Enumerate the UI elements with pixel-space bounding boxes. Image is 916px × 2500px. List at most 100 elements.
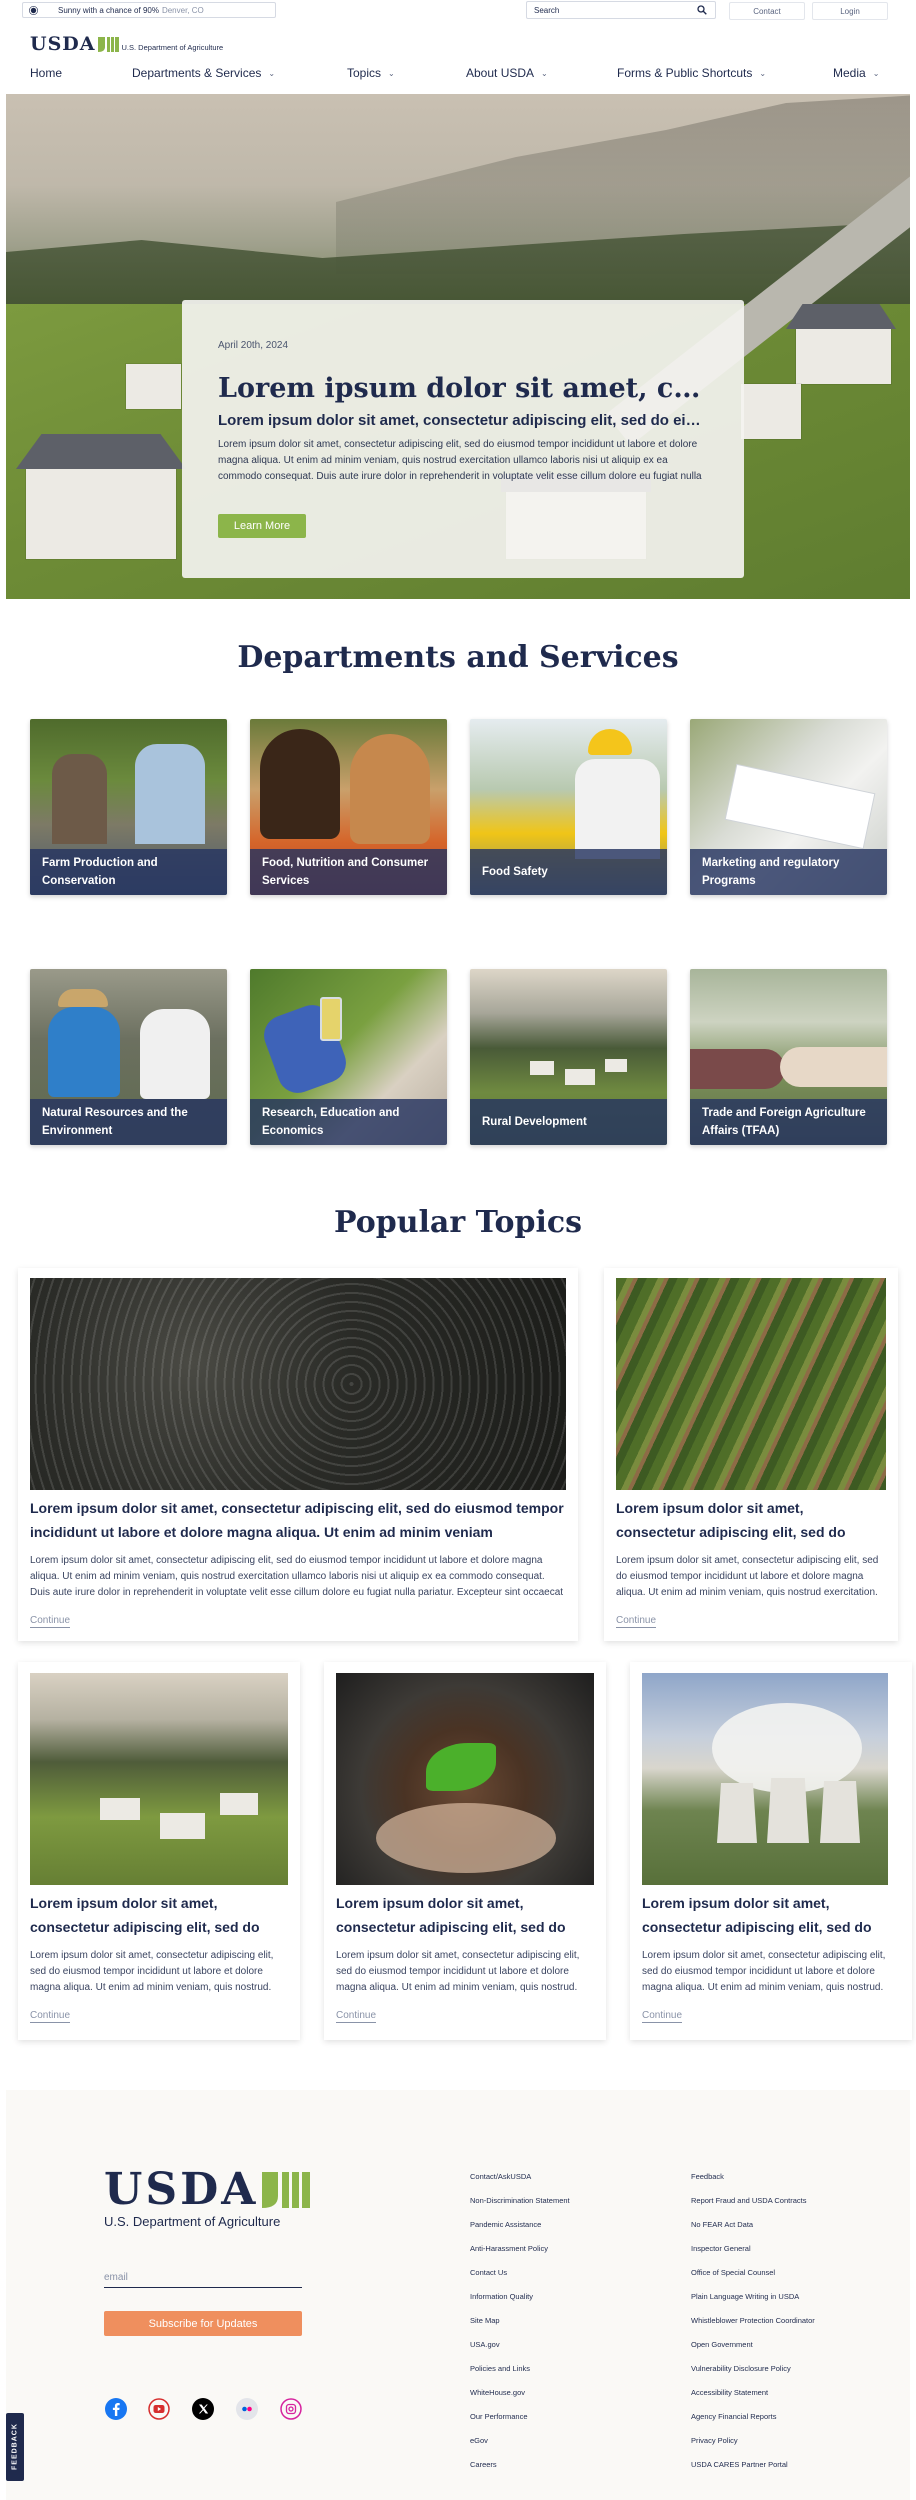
footer-link[interactable]: Information Quality [470,2292,570,2316]
topic-image [336,1673,594,1885]
usda-logo[interactable]: USDA U.S. Department of Agriculture [30,33,223,55]
dept-card[interactable]: Farm Production and Conservation [30,719,227,895]
topic-title[interactable]: Lorem ipsum dolor sit amet, consectetur … [30,1496,566,1544]
dept-label: Rural Development [470,1099,667,1145]
hero-roof [16,434,186,469]
footer-link[interactable]: Accessibility Statement [691,2388,815,2412]
topic-image [616,1278,886,1490]
contact-button[interactable]: Contact [729,2,805,20]
logo-wordmark: USDA [30,33,96,55]
footer-link[interactable]: Whistleblower Protection Coordinator [691,2316,815,2340]
footer-link[interactable]: Contact Us [470,2268,570,2292]
dept-label: Food, Nutrition and Consumer Services [250,849,447,895]
topic-title[interactable]: Lorem ipsum dolor sit amet, consectetur … [616,1496,886,1544]
footer-logo[interactable]: USDA U.S. Department of Agriculture [104,2164,311,2229]
nav-about[interactable]: About USDA ⌄ [466,66,548,80]
topic-title[interactable]: Lorem ipsum dolor sit amet, consectetur … [642,1891,888,1939]
footer-link[interactable]: Site Map [470,2316,570,2340]
youtube-icon[interactable] [147,2397,171,2421]
footer-link[interactable]: Careers [470,2460,570,2484]
hero-title: Lorem ipsum dolor sit amet, consectetur … [218,373,708,404]
hero-house [796,324,891,384]
topic-card[interactable]: Lorem ipsum dolor sit amet, consectetur … [324,1662,606,2040]
dept-card[interactable]: Research, Education and Economics [250,969,447,1145]
email-field[interactable]: email [104,2268,302,2288]
nav-media[interactable]: Media ⌄ [833,66,879,80]
topic-card[interactable]: Lorem ipsum dolor sit amet, consectetur … [18,1662,300,2040]
continue-link[interactable]: Continue [642,2010,683,2023]
logo-wordmark: USDA [104,2164,259,2215]
continue-link[interactable]: Continue [30,2010,71,2023]
subscribe-button[interactable]: Subscribe for Updates [104,2311,302,2336]
facebook-icon[interactable] [104,2397,128,2421]
footer-link[interactable]: Plain Language Writing in USDA [691,2292,815,2316]
footer-link[interactable]: Office of Special Counsel [691,2268,815,2292]
feedback-tab[interactable]: FEEDBACK [6,2413,24,2481]
weather-widget[interactable]: Sunny with a chance of 90% Denver, CO [22,2,276,18]
footer-link[interactable]: Contact/AskUSDA [470,2172,570,2196]
continue-link[interactable]: Continue [30,1615,71,1628]
dept-card[interactable]: Food Safety [470,719,667,895]
footer-link[interactable]: Policies and Links [470,2364,570,2388]
footer-link[interactable]: Report Fraud and USDA Contracts [691,2196,815,2220]
logo-department: U.S. Department of Agriculture [104,2214,281,2229]
flickr-icon[interactable] [235,2397,259,2421]
x-icon[interactable] [191,2397,215,2421]
footer-link[interactable]: Vulnerability Disclosure Policy [691,2364,815,2388]
nav-label: Forms & Public Shortcuts [617,66,753,80]
footer-link[interactable]: No FEAR Act Data [691,2220,815,2244]
hero-card: April 20th, 2024 Lorem ipsum dolor sit a… [182,300,744,578]
footer-link[interactable]: Agency Financial Reports [691,2412,815,2436]
departments-title: Departments and Services [237,640,679,675]
footer-link[interactable]: Privacy Policy [691,2436,815,2460]
footer-link[interactable]: Feedback [691,2172,815,2196]
dept-label: Marketing and regulatory Programs [690,849,887,895]
topic-title[interactable]: Lorem ipsum dolor sit amet, consectetur … [336,1891,594,1939]
topic-title[interactable]: Lorem ipsum dolor sit amet, consectetur … [30,1891,288,1939]
footer-link[interactable]: USDA CARES Partner Portal [691,2460,815,2484]
dept-card[interactable]: Natural Resources and the Environment [30,969,227,1145]
nav-home[interactable]: Home [30,66,62,80]
topics-title: Popular Topics [333,1205,583,1240]
search-input[interactable]: Search [526,1,716,19]
nav-label: Home [30,66,63,80]
footer-link[interactable]: WhiteHouse.gov [470,2388,570,2412]
hero-date: April 20th, 2024 [218,340,289,351]
nav-departments[interactable]: Departments & Services ⌄ [132,66,275,80]
footer: USDA U.S. Department of Agriculture emai… [6,2090,910,2500]
footer-link[interactable]: Inspector General [691,2244,815,2268]
footer-link[interactable]: Anti-Harassment Policy [470,2244,570,2268]
instagram-icon[interactable] [279,2397,303,2421]
footer-links-col2: Feedback Report Fraud and USDA Contracts… [691,2172,815,2484]
footer-link[interactable]: USA.gov [470,2340,570,2364]
topic-body: Lorem ipsum dolor sit amet, consectetur … [30,1555,564,1598]
hero-carousel: April 20th, 2024 Lorem ipsum dolor sit a… [6,94,910,599]
topic-card-featured[interactable]: Lorem ipsum dolor sit amet, consectetur … [18,1268,578,1641]
footer-link[interactable]: Non-Discrimination Statement [470,2196,570,2220]
usda-mark-icon [262,2172,311,2208]
dept-label: Research, Education and Economics [250,1099,447,1145]
topic-card[interactable]: Lorem ipsum dolor sit amet, consectetur … [630,1662,912,2040]
topic-image [30,1673,288,1885]
nav-topics[interactable]: Topics ⌄ [347,66,395,80]
continue-link[interactable]: Continue [336,2010,377,2023]
footer-link[interactable]: Open Government [691,2340,815,2364]
login-button[interactable]: Login [812,2,888,20]
footer-link[interactable]: eGov [470,2436,570,2460]
topic-card[interactable]: Lorem ipsum dolor sit amet, consectetur … [604,1268,898,1641]
dept-label: Trade and Foreign Agriculture Affairs (T… [690,1099,887,1145]
dept-card[interactable]: Rural Development [470,969,667,1145]
continue-link[interactable]: Continue [616,1615,657,1628]
dept-card[interactable]: Food, Nutrition and Consumer Services [250,719,447,895]
dept-card[interactable]: Marketing and regulatory Programs [690,719,887,895]
footer-link[interactable]: Our Performance [470,2412,570,2436]
learn-more-button[interactable]: Learn More [218,514,306,538]
topic-image [642,1673,888,1885]
nav-forms[interactable]: Forms & Public Shortcuts ⌄ [617,66,766,80]
search-icon[interactable] [697,5,707,15]
footer-link[interactable]: Pandemic Assistance [470,2220,570,2244]
sun-icon [30,7,37,13]
dept-label: Food Safety [470,849,667,895]
dept-card[interactable]: Trade and Foreign Agriculture Affairs (T… [690,969,887,1145]
main-nav: Home Departments & Services ⌄ Topics ⌄ Abo… [0,66,916,84]
